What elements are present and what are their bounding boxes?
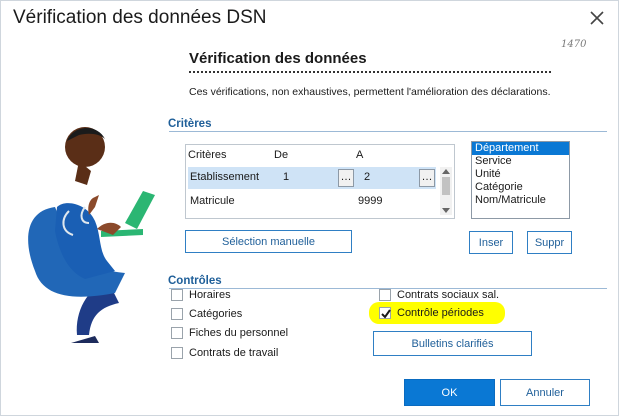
scroll-down-icon[interactable] (442, 208, 450, 213)
checkmark-icon (381, 309, 391, 319)
ok-button[interactable]: OK (404, 379, 495, 406)
column-header-criteres: Critères (188, 149, 227, 161)
checkbox-label: Catégories (189, 308, 243, 320)
column-header-de: De (274, 149, 289, 161)
heading-divider (189, 71, 551, 73)
criteria-grid: Critères De A Etablissement 1 … 2 … Matr… (185, 144, 455, 219)
cell-de[interactable]: 1 (283, 171, 289, 183)
delete-button[interactable]: Suppr (527, 231, 572, 254)
scroll-up-icon[interactable] (442, 169, 450, 174)
checkbox-box[interactable] (171, 289, 183, 301)
sort-listbox[interactable]: Département Service Unité Catégorie Nom/… (471, 141, 570, 219)
list-item[interactable]: Département (472, 142, 569, 155)
checkbox-label: Fiches du personnel (189, 327, 289, 339)
grid-scrollbar[interactable] (440, 167, 452, 215)
title-bar: Vérification des données DSN (1, 1, 618, 37)
description-text: Ces vérifications, non exhaustives, perm… (189, 86, 551, 98)
checkbox-box[interactable] (379, 289, 391, 301)
checkbox-label: Horaires (189, 289, 231, 301)
window-title: Vérification des données DSN (13, 7, 267, 28)
table-row[interactable]: Matricule 9999 (188, 191, 436, 213)
checkbox-box[interactable] (379, 307, 391, 319)
person-laptop-illustration (28, 127, 155, 343)
screen-code: 1470 (561, 39, 587, 50)
page-heading: Vérification des données (189, 50, 367, 67)
checkbox-box[interactable] (171, 347, 183, 359)
table-row[interactable]: Etablissement 1 … 2 … (188, 167, 436, 189)
scroll-thumb[interactable] (442, 177, 450, 195)
list-item[interactable]: Catégorie (472, 181, 569, 194)
cancel-button[interactable]: Annuler (500, 379, 590, 406)
bulletins-clarifies-button[interactable]: Bulletins clarifiés (373, 331, 532, 356)
cell-critere: Matricule (190, 195, 235, 207)
ellipsis-button[interactable]: … (338, 169, 354, 187)
checkbox-label: Contrats sociaux sal. (397, 289, 500, 301)
section-divider-criteres (169, 131, 607, 132)
checkbox-box[interactable] (171, 327, 183, 339)
insert-button[interactable]: Inser (469, 231, 513, 254)
list-item[interactable]: Nom/Matricule (472, 194, 569, 207)
list-item[interactable]: Service (472, 155, 569, 168)
cell-a[interactable]: 9999 (358, 195, 382, 207)
section-label-criteres: Critères (168, 118, 212, 130)
checkbox-label: Contrôle périodes (397, 307, 484, 319)
close-icon[interactable] (586, 7, 608, 29)
section-label-controles: Contrôles (168, 275, 222, 287)
manual-selection-button[interactable]: Sélection manuelle (185, 230, 352, 253)
ellipsis-button[interactable]: … (419, 169, 435, 187)
dialog-window: Vérification des données DSN 1470 Vérifi… (0, 0, 619, 416)
checkbox-label: Contrats de travail (189, 347, 279, 359)
checkbox-box[interactable] (171, 308, 183, 320)
column-header-a: A (356, 149, 364, 161)
list-item[interactable]: Unité (472, 168, 569, 181)
cell-a[interactable]: 2 (364, 171, 370, 183)
cell-critere: Etablissement (190, 171, 260, 183)
